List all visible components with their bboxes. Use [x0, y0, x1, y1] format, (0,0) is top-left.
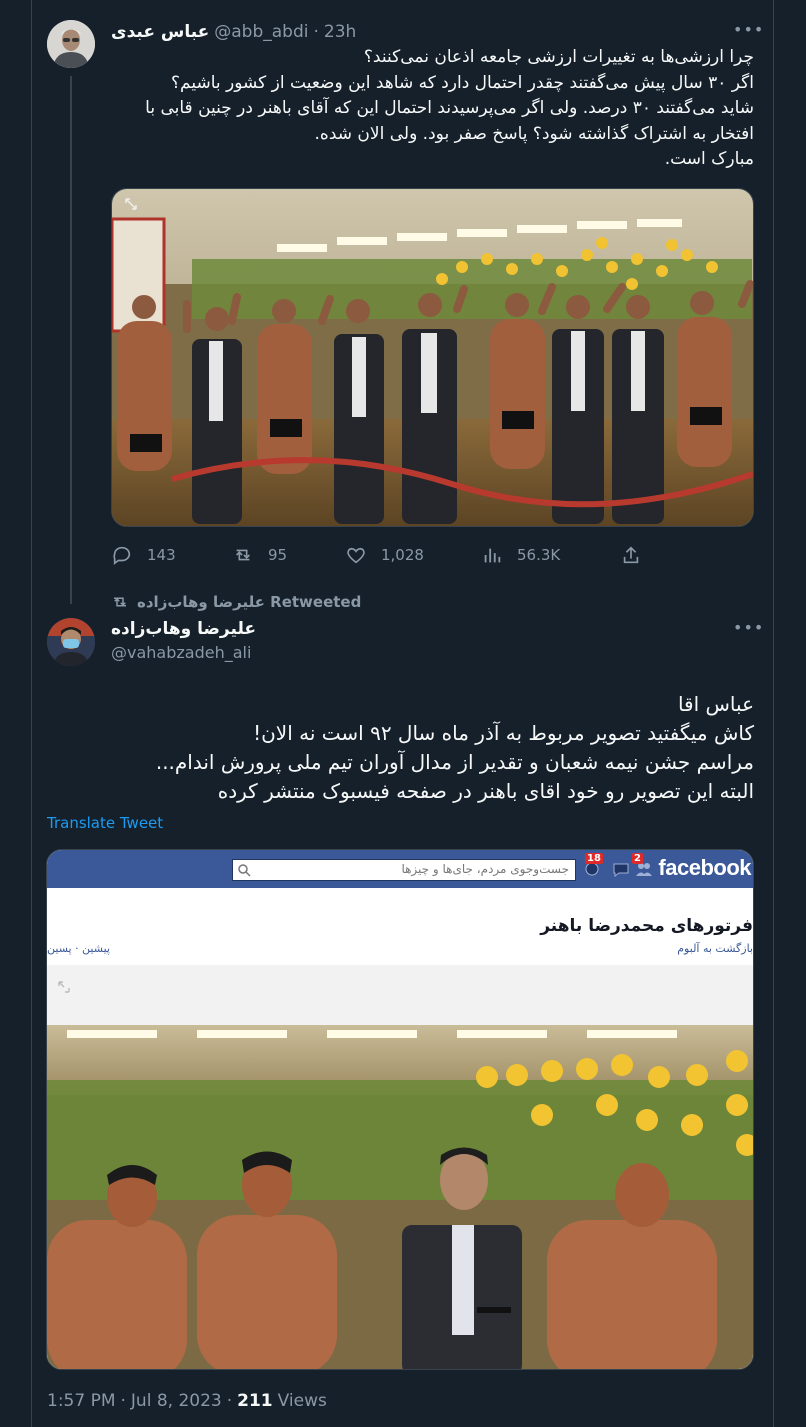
- retweet-icon: [235, 549, 251, 561]
- display-name[interactable]: علیرضا وهاب‌زاده: [111, 619, 311, 639]
- chat-icon: [613, 863, 629, 877]
- album-title: فرتورهای محمدرضا باهنر: [540, 916, 753, 936]
- timeline-border-right: [773, 0, 774, 1427]
- tweet-photo[interactable]: [111, 188, 754, 527]
- avatar[interactable]: [47, 20, 95, 68]
- tweet-line: البته این تصویر رو خود اقای باهنر در صفح…: [217, 779, 754, 803]
- reply-count: 143: [147, 546, 176, 564]
- post-date[interactable]: Jul 8, 2023: [131, 1391, 222, 1411]
- tweet-line: مبارک است.: [664, 149, 754, 169]
- tweet-line: عباس اقا: [677, 692, 754, 716]
- separator-dot: ·: [120, 1391, 126, 1411]
- timeline-border-left: [31, 0, 32, 1427]
- retweet-context: علیرضا وهاب‌زاده Retweeted: [111, 591, 361, 613]
- ceremony-photo: [112, 189, 753, 526]
- post-time[interactable]: 1:57 PM: [47, 1391, 116, 1411]
- tweet-text: عباس اقا کاش میگفتید تصویر مربوط به آذر …: [47, 690, 754, 806]
- tweet-text: چرا ارزشی‌ها به تغییرات ارزشی جامعه اذعا…: [111, 45, 754, 173]
- tweet-photo[interactable]: facebook جست‌وجوی مردم، جای‌ها و چیزها 1…: [46, 849, 754, 1370]
- tweet-line: مراسم جشن نیمه شعبان و تقدیر از مدال آور…: [155, 750, 754, 774]
- tweet-line: چرا ارزشی‌ها به تغییرات ارزشی جامعه اذعا…: [363, 47, 754, 67]
- athletes-photo: [47, 1025, 753, 1369]
- view-count: 56.3K: [517, 546, 561, 564]
- heart-icon: [347, 547, 365, 564]
- handle[interactable]: @abb_abdi: [214, 22, 308, 42]
- views-label: Views: [277, 1391, 327, 1411]
- friend-requests-icon[interactable]: 18: [583, 853, 603, 878]
- facebook-top-bar: facebook جست‌وجوی مردم، جای‌ها و چیزها 1…: [47, 850, 753, 888]
- messages-icon[interactable]: [613, 862, 629, 877]
- reply-button[interactable]: 143: [111, 540, 176, 570]
- separator-dot: ·: [226, 1391, 233, 1411]
- more-options-icon[interactable]: •••: [733, 20, 764, 39]
- back-to-album-link[interactable]: بازگشت به آلبوم: [677, 942, 753, 955]
- avatar-photo-abb-abdi: [47, 20, 95, 68]
- like-button[interactable]: 1,028: [345, 540, 424, 570]
- retweet-button[interactable]: 95: [232, 540, 287, 570]
- retweet-count: 95: [268, 546, 288, 564]
- share-icon: [623, 546, 639, 564]
- tweet-line: افتخار به اشتراک گذاشته شود؟ پاسخ صفر بو…: [314, 123, 754, 144]
- avatar-photo-vahabzadeh: [47, 618, 95, 666]
- search-icon: [238, 864, 251, 877]
- views-count: 211: [237, 1391, 273, 1411]
- timestamp[interactable]: 23h: [324, 22, 356, 42]
- separator-dot: ·: [313, 22, 319, 42]
- translate-tweet-link[interactable]: Translate Tweet: [47, 814, 163, 832]
- thread-connector: [70, 76, 72, 604]
- like-count: 1,028: [381, 546, 424, 564]
- facebook-logo: facebook: [658, 855, 751, 880]
- prev-next-nav[interactable]: پیشین · پسین: [47, 942, 110, 955]
- notification-badge: 18: [585, 853, 603, 864]
- expand-icon[interactable]: [57, 980, 71, 994]
- notification-badge: 2: [632, 853, 643, 864]
- retweet-icon: [114, 597, 126, 607]
- friends-icon[interactable]: 2: [632, 853, 653, 878]
- tweet-line: شاید می‌گفتند ۳۰ درصد. ولی اگر می‌پرسیدن…: [145, 98, 754, 118]
- tweet-meta: 1:57 PM · Jul 8, 2023 · 211 Views: [47, 1391, 327, 1411]
- retweeted-by-label[interactable]: علیرضا وهاب‌زاده Retweeted: [137, 593, 361, 611]
- expand-icon[interactable]: [124, 197, 138, 211]
- avatar[interactable]: [47, 618, 95, 666]
- tweet-line: اگر ۳۰ سال پیش می‌گفتند چقدر احتمال دارد…: [170, 72, 754, 93]
- facebook-photo-viewer: [47, 965, 753, 1369]
- reply-icon: [113, 546, 131, 565]
- facebook-search-input[interactable]: جست‌وجوی مردم، جای‌ها و چیزها: [232, 859, 576, 881]
- share-button[interactable]: [620, 540, 642, 570]
- tweet-header: عباس عبدی @abb_abdi · 23h: [111, 20, 356, 44]
- search-placeholder: جست‌وجوی مردم، جای‌ها و چیزها: [401, 862, 569, 876]
- more-options-icon[interactable]: •••: [733, 618, 764, 637]
- tweet-line: کاش میگفتید تصویر مربوط به آذر ماه سال ۹…: [253, 721, 754, 745]
- handle[interactable]: @vahabzadeh_ali: [111, 643, 251, 662]
- views-button[interactable]: 56.3K: [481, 540, 560, 570]
- analytics-icon: [484, 548, 501, 563]
- display-name[interactable]: عباس عبدی: [111, 22, 209, 42]
